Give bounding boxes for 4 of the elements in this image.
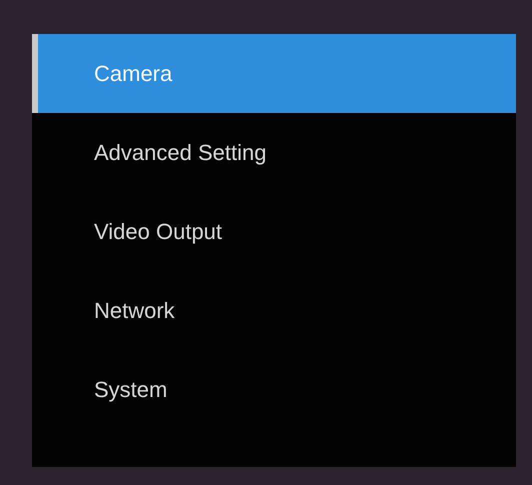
menu-item[interactable]: System: [32, 350, 516, 429]
menu-item[interactable]: Network: [32, 271, 516, 350]
menu-item[interactable]: Advanced Setting: [32, 113, 516, 192]
menu-item[interactable]: Video Output: [32, 192, 516, 271]
